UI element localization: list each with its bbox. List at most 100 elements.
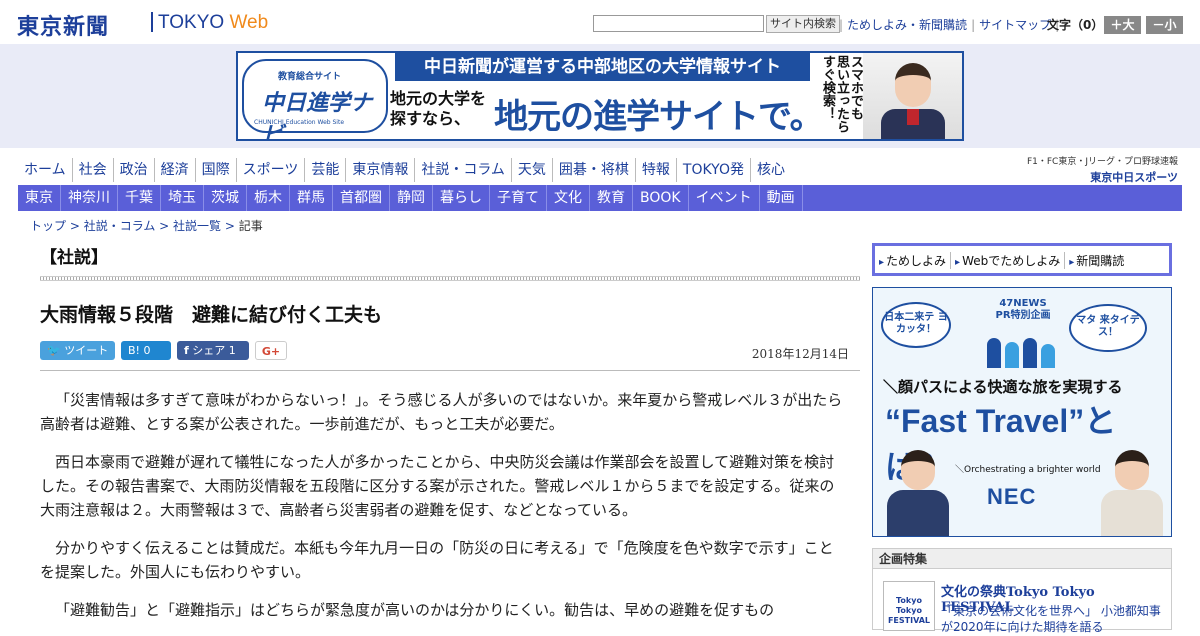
nav-tokyo-info[interactable]: 東京情報 (346, 158, 416, 182)
nav-editorial-column[interactable]: 社説・コラム (415, 158, 512, 182)
subnav-ibaraki[interactable]: 茨城 (204, 185, 247, 211)
top-banner-ad[interactable]: 教育総合サイト 中日進学ナビ CHUNICHI Education Web Si… (236, 51, 964, 141)
tweet-button[interactable]: 🐦 ツイート (40, 341, 115, 360)
traveler-figures-illustration (981, 332, 1061, 368)
special-feature-header: 企画特集 (873, 549, 1171, 569)
nav-international[interactable]: 国際 (196, 158, 237, 182)
subnav-event[interactable]: イベント (689, 185, 760, 211)
tokyo-web-logo[interactable]: TOKYO Web (158, 12, 268, 34)
sports-link-logo: 東京中日スポーツ (1090, 171, 1178, 184)
banner-lead: 地元の大学を 探すなら、 (390, 89, 487, 128)
logo-main-text: 中日進学ナビ (262, 91, 373, 141)
nav-entertainment[interactable]: 芸能 (305, 158, 347, 182)
sitemap-link[interactable]: サイトマップ (979, 18, 1051, 32)
special-feature-box: 企画特集 Tokyo Tokyo FESTIVAL 文化の祭典Tokyo Tok… (872, 548, 1172, 634)
utility-links: | ためしよみ・新聞購読 | サイトマップ | (839, 18, 1060, 32)
global-nav: ホーム 社会 政治 経済 国際 スポーツ 芸能 東京情報 社説・コラム 天気 囲碁・将棋 特報 TOKY… (18, 158, 791, 184)
font-size-label: 文字（0） (1047, 18, 1104, 32)
article-paragraph: 分かりやすく伝えることは賛成だ。本紙も今年九月一日の「防災の日に考える」で「危険… (40, 539, 834, 581)
subscribe-link[interactable]: 新聞購読 (1065, 252, 1128, 269)
section-title: 【社説】 (40, 248, 108, 268)
breadcrumb-editorial-column[interactable]: 社説・コラム (84, 219, 156, 233)
article-headline: 大雨情報５段階 避難に結び付く工夫も (40, 304, 383, 326)
article-body: 「災害情報は多すぎて意味がわからないっ！」。そう感じる人が多いのではないか。来年… (40, 388, 848, 636)
festival-thumbnail[interactable]: Tokyo Tokyo FESTIVAL (883, 581, 935, 631)
subnav-kosodate[interactable]: 子育て (490, 185, 547, 211)
subnav-culture[interactable]: 文化 (547, 185, 590, 211)
site-logo[interactable]: 東京新聞 (17, 9, 109, 41)
subnav-kurashi[interactable]: 暮らし (433, 185, 490, 211)
chunichi-sports-link[interactable]: F1・FC東京・Jリーグ・プロ野球速報 東京中日スポーツ (1024, 154, 1178, 185)
subnav-shizuoka[interactable]: 静岡 (390, 185, 433, 211)
nav-sports[interactable]: スポーツ (237, 158, 306, 182)
site-header: 東京新聞 TOKYO Web サイト内検索 | ためしよみ・新聞購読 | サイトマップ… (0, 0, 1200, 44)
font-smaller-button[interactable]: －小 (1146, 16, 1183, 34)
ad-woman-photo (1097, 446, 1167, 536)
breadcrumb: トップ > 社説・コラム > 社説一覧 > 記事 (30, 219, 263, 233)
nec-fast-travel-ad[interactable]: 日本二来テ ヨカッタ！ 47NEWS PR特別企画 マタ 来タイデス！ ＼顔パス… (872, 287, 1172, 537)
ad-subtitle: ＼顔パスによる快適な旅を実現する (883, 378, 1123, 396)
banner-vertical-copy: スマホでも 思い立ったら すぐ検索！ (820, 55, 863, 133)
article-paragraph: 「避難勧告」と「避難指示」はどちらが緊急度が高いのかは分かりにくい。勧告は、早め… (55, 601, 775, 619)
nav-weather[interactable]: 天気 (512, 158, 553, 182)
festival-summary-link[interactable]: 「東京の芸術文化を世界へ」 小池都知事が2020年に向けた期待を語る (941, 603, 1167, 635)
subnav-kanagawa[interactable]: 神奈川 (61, 185, 118, 211)
article-paragraph: 「災害情報は多すぎて意味がわからないっ！」。そう感じる人が多いのではないか。来年… (40, 391, 843, 433)
banner-tagline: 地元の進学サイトで。 (494, 97, 824, 137)
breadcrumb-current: 記事 (238, 219, 263, 233)
sports-link-caption: F1・FC東京・Jリーグ・プロ野球速報 (1026, 157, 1178, 167)
web-trial-read-link[interactable]: Webでためしよみ (951, 252, 1066, 269)
subnav-book[interactable]: BOOK (633, 185, 689, 211)
trial-subscribe-link[interactable]: ためしよみ・新聞購読 (847, 18, 967, 32)
logo-web-text: Web (229, 12, 269, 33)
ad-tagline: ＼Orchestrating a brighter world (955, 465, 1101, 475)
article-paragraph: 西日本豪雨で避難が遅れて犠牲になった人が多かったことから、中央防災会議は作業部会… (40, 453, 835, 519)
subnav-chiba[interactable]: 千葉 (118, 185, 161, 211)
trial-read-link[interactable]: ためしよみ (875, 252, 952, 269)
google-plus-button[interactable]: G+ (255, 341, 287, 360)
nav-kakushin[interactable]: 核心 (751, 158, 791, 182)
tweet-label: ツイート (64, 344, 109, 357)
nav-go-shogi[interactable]: 囲碁・将棋 (553, 158, 636, 182)
breadcrumb-top[interactable]: トップ (30, 219, 66, 233)
breadcrumb-editorial-list[interactable]: 社説一覧 (173, 219, 221, 233)
subscribe-box: ためしよみWebでためしよみ新聞購読 (872, 243, 1172, 276)
logo-en-text: TOKYO (158, 12, 225, 33)
section-divider (40, 276, 860, 281)
nav-economy[interactable]: 経済 (155, 158, 196, 182)
subnav-education[interactable]: 教育 (590, 185, 633, 211)
subnav-tochigi[interactable]: 栃木 (247, 185, 290, 211)
nav-home[interactable]: ホーム (18, 158, 73, 182)
nav-tokuho[interactable]: 特報 (636, 158, 677, 182)
regional-nav: 東京 神奈川 千葉 埼玉 茨城 栃木 群馬 首都圏 静岡 暮らし 子育て 文化 教育 BOOK イベント 動画 (18, 185, 1182, 211)
font-larger-button[interactable]: ＋大 (1104, 16, 1141, 34)
logo-top-text: 教育総合サイト (278, 72, 342, 82)
site-search-input[interactable] (593, 15, 764, 32)
facebook-icon: f (184, 344, 189, 357)
banner-student-photo (863, 53, 962, 139)
nec-logo: NEC (987, 484, 1037, 509)
nav-politics[interactable]: 政治 (114, 158, 155, 182)
headline-rule (40, 370, 860, 371)
banner-headline: 中日新聞が運営する中部地区の大学情報サイト (395, 53, 810, 81)
facebook-share-button[interactable]: f シェア 1 (177, 341, 249, 360)
speech-bubble-right: マタ 来タイデス！ (1069, 304, 1147, 352)
subnav-video[interactable]: 動画 (760, 185, 803, 211)
twitter-bird-icon: 🐦 (47, 344, 61, 357)
subnav-gunma[interactable]: 群馬 (290, 185, 333, 211)
nav-society[interactable]: 社会 (73, 158, 114, 182)
site-search-button[interactable]: サイト内検索 (766, 15, 840, 33)
ad-man-photo (883, 446, 953, 536)
hatena-bookmark-button[interactable]: B! 0 (121, 341, 171, 360)
facebook-share-label: シェア 1 (192, 344, 236, 357)
ad-pr-label: 47NEWS PR特別企画 (995, 298, 1051, 321)
shingaku-navi-logo: 教育総合サイト 中日進学ナビ CHUNICHI Education Web Si… (242, 59, 388, 139)
logo-divider (151, 12, 153, 32)
nav-tokyo-hatsu[interactable]: TOKYO発 (677, 158, 751, 182)
subnav-tokyo[interactable]: 東京 (18, 185, 61, 211)
subnav-shutoken[interactable]: 首都圏 (333, 185, 390, 211)
logo-sub-text: CHUNICHI Education Web Site (254, 119, 345, 126)
speech-bubble-left: 日本二来テ ヨカッタ！ (881, 302, 951, 348)
article-date: 2018年12月14日 (751, 347, 849, 361)
subnav-saitama[interactable]: 埼玉 (161, 185, 204, 211)
